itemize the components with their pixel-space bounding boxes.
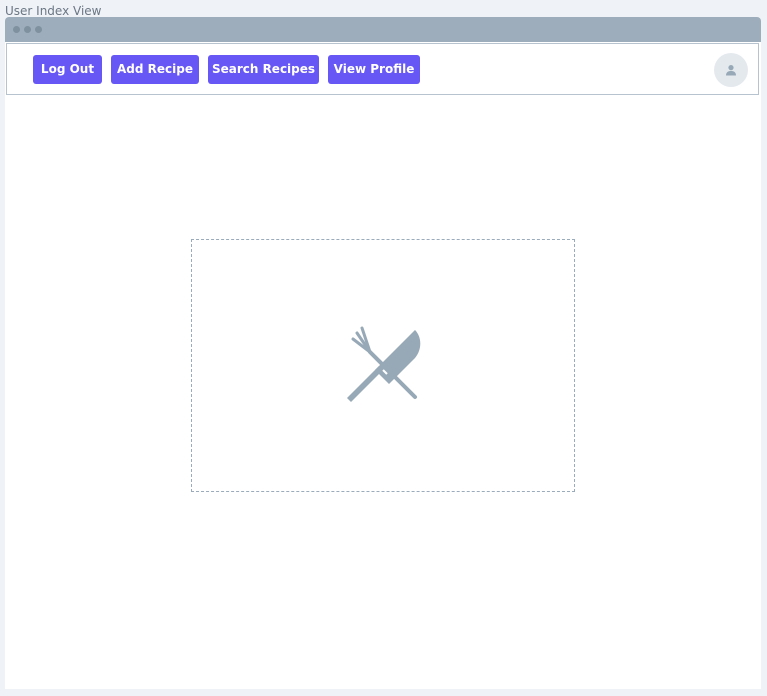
window-dot [24,26,31,33]
search-recipes-button[interactable]: Search Recipes [208,55,319,84]
navigation-bar: Log Out Add Recipe Search Recipes View P… [6,43,759,95]
fork-knife-icon [347,326,421,402]
add-recipe-button[interactable]: Add Recipe [111,55,199,84]
view-profile-button[interactable]: View Profile [328,55,420,84]
log-out-button[interactable]: Log Out [33,55,102,84]
avatar[interactable] [714,53,748,87]
user-icon [726,65,736,76]
window-dot [35,26,42,33]
window-dot [13,26,20,33]
image-placeholder [191,239,575,492]
browser-window: Log Out Add Recipe Search Recipes View P… [5,17,761,689]
window-titlebar [5,17,761,42]
